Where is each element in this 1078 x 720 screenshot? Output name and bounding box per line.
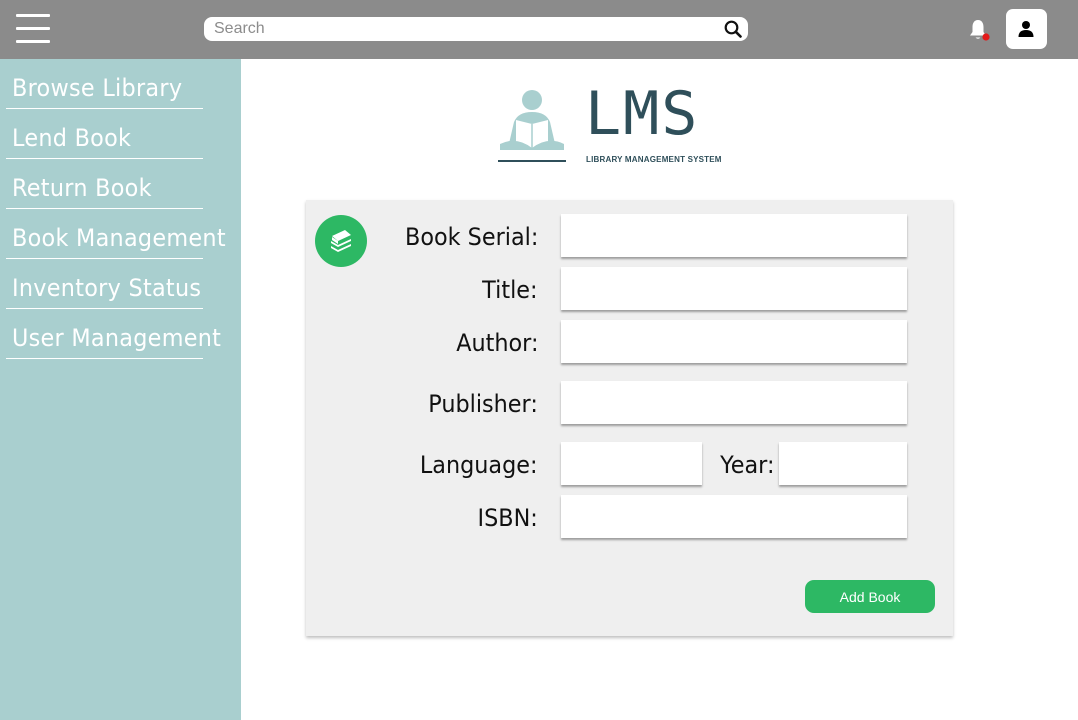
publisher-field[interactable] <box>561 381 907 424</box>
sidebar: Browse Library Lend Book Return Book Boo… <box>0 59 241 720</box>
isbn-field[interactable] <box>561 495 907 538</box>
title-label: Title: <box>482 276 538 304</box>
sidebar-item-inventory-status[interactable]: Inventory Status <box>6 259 203 309</box>
sidebar-item-user-management[interactable]: User Management <box>6 309 221 359</box>
title-field[interactable] <box>561 267 907 310</box>
books-icon <box>315 215 367 267</box>
add-book-button[interactable]: Add Book <box>805 580 935 613</box>
sidebar-item-label: User Management <box>12 324 222 352</box>
year-field[interactable] <box>779 442 907 485</box>
sidebar-item-label: Lend Book <box>12 124 132 152</box>
hamburger-menu-icon[interactable] <box>16 14 50 44</box>
profile-button[interactable] <box>1006 9 1047 49</box>
sidebar-item-label: Return Book <box>12 174 152 202</box>
sidebar-item-return-book[interactable]: Return Book <box>6 159 203 209</box>
bell-icon[interactable] <box>968 18 990 42</box>
publisher-label: Publisher: <box>428 390 538 418</box>
notification-dot <box>982 33 990 41</box>
search-input[interactable] <box>204 17 714 41</box>
year-label: Year: <box>719 451 774 479</box>
search-bar <box>204 17 748 41</box>
sidebar-item-label: Inventory Status <box>12 274 202 302</box>
logo-subtitle: LIBRARY MANAGEMENT SYSTEM <box>586 155 722 164</box>
user-icon <box>1018 21 1034 37</box>
book-serial-field[interactable] <box>561 214 907 257</box>
book-serial-label: Book Serial: <box>404 223 538 251</box>
language-label: Language: <box>420 451 538 479</box>
isbn-label: ISBN: <box>477 504 538 532</box>
language-field[interactable] <box>561 442 702 485</box>
sidebar-item-book-management[interactable]: Book Management <box>6 209 226 259</box>
sidebar-item-browse-library[interactable]: Browse Library <box>6 59 203 109</box>
author-field[interactable] <box>561 320 907 363</box>
sidebar-item-label: Browse Library <box>12 74 183 102</box>
logo-title: LMS <box>585 79 700 149</box>
sidebar-item-lend-book[interactable]: Lend Book <box>6 109 203 159</box>
top-bar <box>0 0 1078 59</box>
author-label: Author: <box>455 329 538 357</box>
sidebar-item-label: Book Management <box>12 224 226 252</box>
search-icon[interactable] <box>724 20 742 38</box>
reader-icon <box>498 90 566 162</box>
